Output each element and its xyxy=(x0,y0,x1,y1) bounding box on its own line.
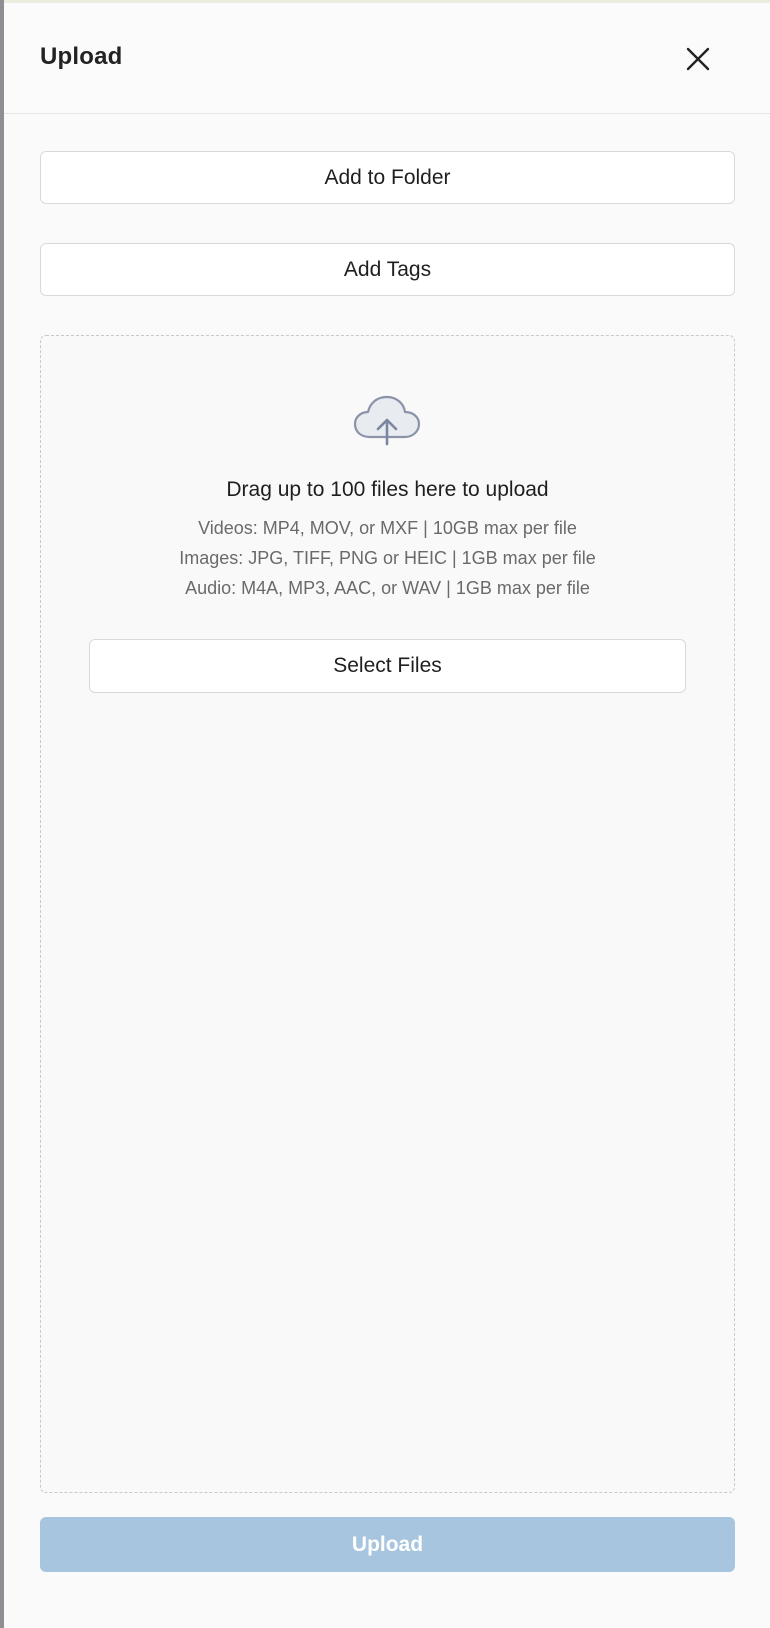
add-to-folder-button[interactable]: Add to Folder xyxy=(40,151,735,204)
add-to-folder-label: Add to Folder xyxy=(324,165,451,189)
add-tags-button[interactable]: Add Tags xyxy=(40,243,735,296)
select-files-label: Select Files xyxy=(333,654,442,677)
image-format-info: Images: JPG, TIFF, PNG or HEIC | 1GB max… xyxy=(179,548,596,568)
close-icon xyxy=(686,47,710,71)
video-format-info: Videos: MP4, MOV, or MXF | 10GB max per … xyxy=(198,518,577,538)
dropzone-headline: Drag up to 100 files here to upload xyxy=(226,478,549,501)
panel-title: Upload xyxy=(40,43,123,70)
upload-button[interactable]: Upload xyxy=(40,1517,735,1572)
select-files-button[interactable]: Select Files xyxy=(89,639,686,693)
upload-button-label: Upload xyxy=(351,1532,424,1556)
cloud-upload-icon xyxy=(353,395,421,446)
add-tags-label: Add Tags xyxy=(343,257,432,281)
upload-panel: Upload Add to Folder Add Tags Drag up to… xyxy=(4,3,770,1628)
panel-header: Upload xyxy=(4,3,770,114)
audio-format-info: Audio: M4A, MP3, AAC, or WAV | 1GB max p… xyxy=(185,578,590,598)
file-dropzone[interactable]: Drag up to 100 files here to upload Vide… xyxy=(40,335,735,1493)
app-stage: Upload Add to Folder Add Tags Drag up to… xyxy=(0,0,770,1628)
close-button[interactable] xyxy=(680,41,716,77)
